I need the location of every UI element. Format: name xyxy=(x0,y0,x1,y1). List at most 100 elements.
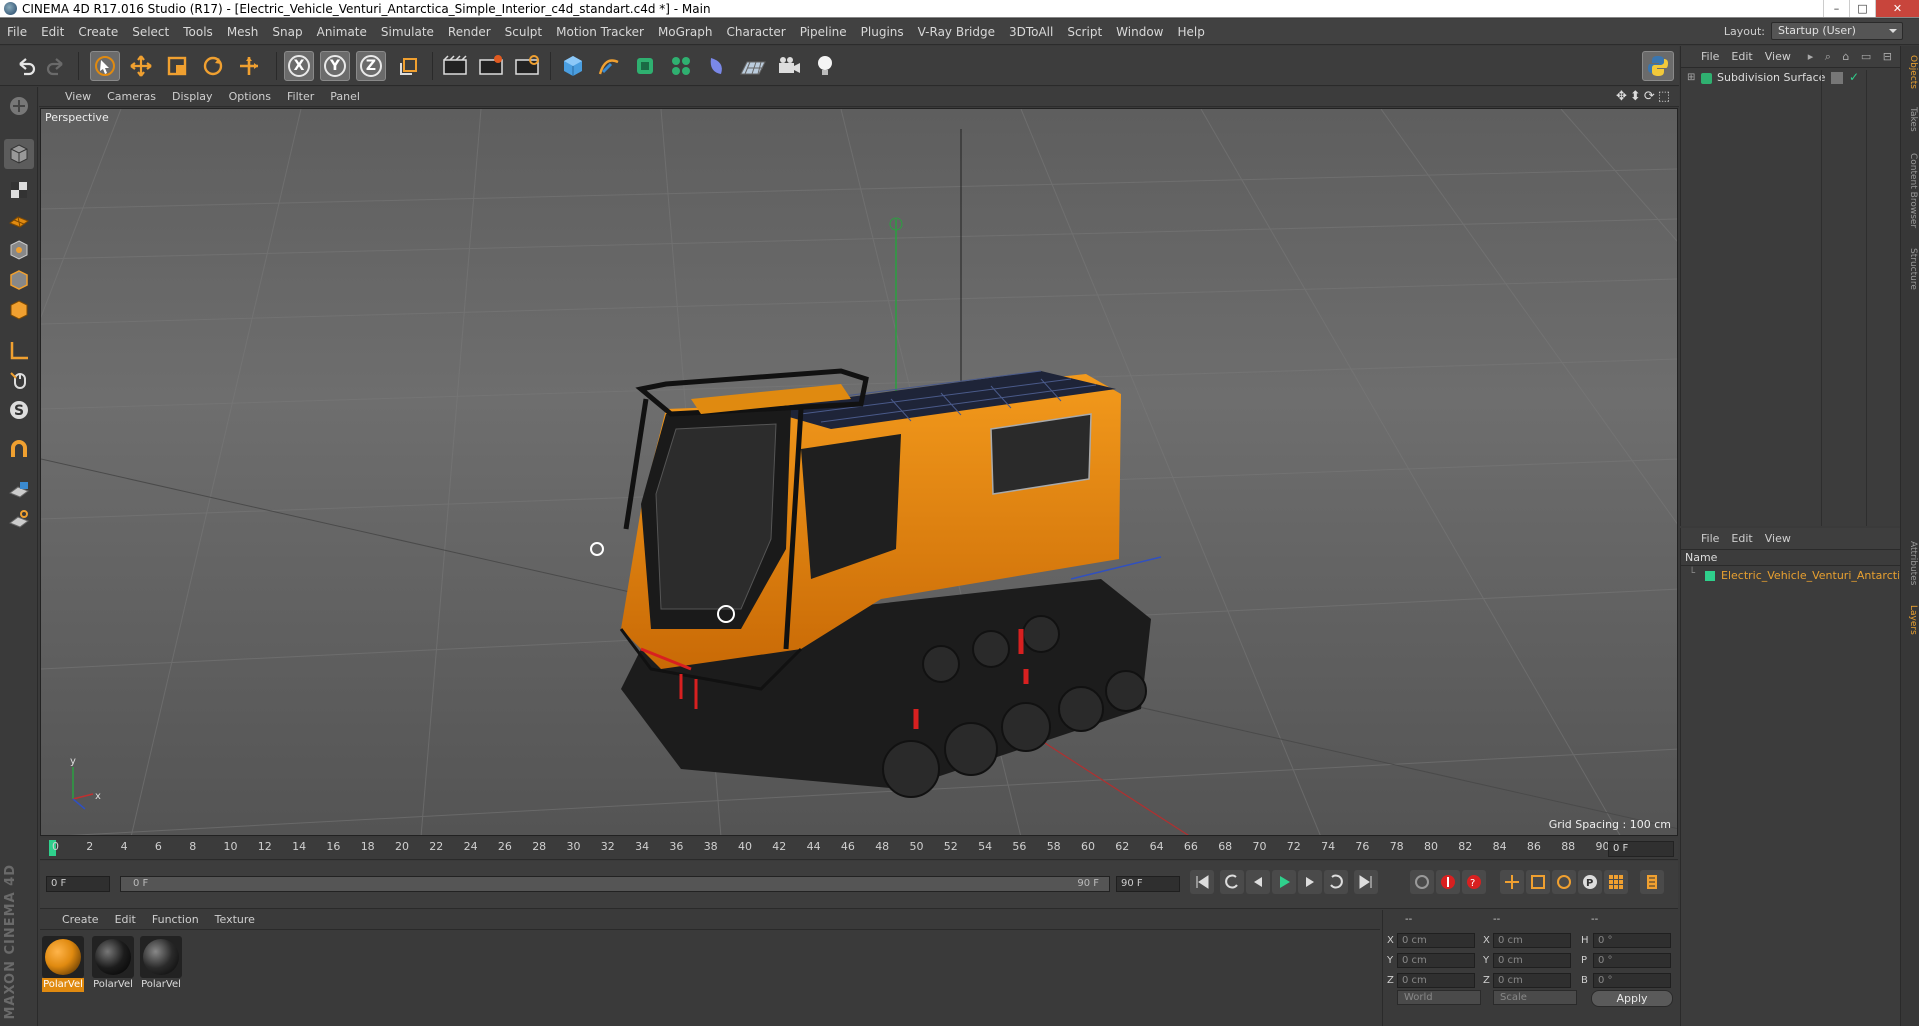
object-menu-file[interactable]: File xyxy=(1695,46,1725,68)
visibility-toggle-icon[interactable] xyxy=(1831,72,1843,84)
object-manager-tools-icons[interactable]: ▸ ⌕ ⌂ ▭ ⊟ xyxy=(1808,46,1896,68)
start-frame-field[interactable]: 0 F xyxy=(46,876,110,892)
light-icon[interactable] xyxy=(810,51,840,81)
layer-menu-edit[interactable]: Edit xyxy=(1725,528,1758,550)
menu-select[interactable]: Select xyxy=(125,19,176,45)
position-x-field[interactable]: 0 cm xyxy=(1397,933,1475,948)
last-tool-icon[interactable] xyxy=(234,51,264,81)
play-icon[interactable] xyxy=(1272,870,1296,894)
edit-render-settings-icon[interactable] xyxy=(512,51,542,81)
pen-spline-icon[interactable] xyxy=(594,51,624,81)
end-frame-field[interactable]: 90 F xyxy=(1116,876,1180,892)
menu-vray-bridge[interactable]: V-Ray Bridge xyxy=(911,19,1002,45)
layer-color-swatch[interactable] xyxy=(1705,571,1715,581)
previous-frame-icon[interactable] xyxy=(1246,870,1270,894)
redo-icon[interactable] xyxy=(42,51,72,81)
key-scale-icon[interactable] xyxy=(1526,870,1550,894)
position-z-field[interactable]: 0 cm xyxy=(1397,973,1475,988)
workplane-mode-icon[interactable] xyxy=(4,205,34,235)
undo-icon[interactable] xyxy=(10,51,40,81)
python-icon[interactable] xyxy=(1642,51,1674,81)
menu-create[interactable]: Create xyxy=(71,19,125,45)
planar-workplane-icon[interactable] xyxy=(4,505,34,535)
timeline-ruler[interactable]: 0 2 4 6 8 10 12 14 16 18 20 22 24 26 28 30 32 34 36 38 40 42 4… xyxy=(40,838,1678,860)
material-swatch[interactable]: PolarVel xyxy=(42,936,84,994)
next-key-icon[interactable] xyxy=(1324,870,1348,894)
size-y-field[interactable]: 0 cm xyxy=(1493,953,1571,968)
menu-sculpt[interactable]: Sculpt xyxy=(498,19,549,45)
expand-icon[interactable]: ⊞ xyxy=(1687,72,1695,83)
locked-workplane-icon[interactable] xyxy=(4,475,34,505)
material-swatch[interactable]: PolarVel xyxy=(92,936,134,994)
previous-key-icon[interactable] xyxy=(1220,870,1244,894)
autokey-icon[interactable]: ? xyxy=(1462,870,1486,894)
viewport-menu-options[interactable]: Options xyxy=(221,87,279,107)
object-row-subdivision-surface[interactable]: ⊞ Subdivision Surface ✓ xyxy=(1681,70,1900,88)
go-to-end-icon[interactable] xyxy=(1354,870,1378,894)
apply-button[interactable]: Apply xyxy=(1591,990,1673,1007)
snap-icon[interactable]: S xyxy=(4,395,34,425)
floor-icon[interactable] xyxy=(738,51,768,81)
model-mode-icon[interactable] xyxy=(4,139,34,169)
camera-icon[interactable] xyxy=(774,51,804,81)
cloner-icon[interactable] xyxy=(666,51,696,81)
layer-menu-view[interactable]: View xyxy=(1759,528,1797,550)
polygons-mode-icon[interactable] xyxy=(4,295,34,325)
viewport-menu-display[interactable]: Display xyxy=(164,87,221,107)
magnet-icon[interactable] xyxy=(4,435,34,465)
object-menu-view[interactable]: View xyxy=(1759,46,1797,68)
viewport-menu-view[interactable]: View xyxy=(57,87,99,107)
tab-layers[interactable]: Layers xyxy=(1903,598,1918,642)
texture-mode-icon[interactable] xyxy=(4,175,34,205)
timeline-window-icon[interactable] xyxy=(1640,870,1664,894)
menu-window[interactable]: Window xyxy=(1109,19,1170,45)
render-picture-viewer-icon[interactable] xyxy=(476,51,506,81)
rotate-icon[interactable] xyxy=(198,51,228,81)
x-axis-icon[interactable]: X xyxy=(284,51,314,81)
maximize-button[interactable]: □ xyxy=(1849,0,1875,17)
key-position-icon[interactable] xyxy=(1500,870,1524,894)
live-selection-icon[interactable] xyxy=(90,51,120,81)
menu-3dtoall[interactable]: 3DToAll xyxy=(1002,19,1060,45)
edges-mode-icon[interactable] xyxy=(4,265,34,295)
y-axis-icon[interactable]: Y xyxy=(320,51,350,81)
menu-animate[interactable]: Animate xyxy=(310,19,374,45)
material-swatch[interactable]: PolarVel xyxy=(140,936,182,994)
object-menu-edit[interactable]: Edit xyxy=(1725,46,1758,68)
viewport-menu-filter[interactable]: Filter xyxy=(279,87,322,107)
key-pla-icon[interactable] xyxy=(1604,870,1628,894)
rotation-b-field[interactable]: 0 ° xyxy=(1593,973,1671,988)
menu-character[interactable]: Character xyxy=(719,19,792,45)
layer-row[interactable]: └ Electric_Vehicle_Venturi_Antarctica xyxy=(1681,568,1900,586)
menu-motion-tracker[interactable]: Motion Tracker xyxy=(549,19,651,45)
position-y-field[interactable]: 0 cm xyxy=(1397,953,1475,968)
current-frame-field[interactable]: 0 F xyxy=(1608,841,1674,857)
render-view-icon[interactable] xyxy=(440,51,470,81)
coordinate-mode-dropdown[interactable]: Scale xyxy=(1493,990,1577,1005)
menu-pipeline[interactable]: Pipeline xyxy=(793,19,854,45)
menu-plugins[interactable]: Plugins xyxy=(854,19,911,45)
menu-render[interactable]: Render xyxy=(441,19,498,45)
tab-objects[interactable]: Objects xyxy=(1903,52,1918,92)
menu-mesh[interactable]: Mesh xyxy=(220,19,266,45)
material-menu-edit[interactable]: Edit xyxy=(107,910,144,930)
menu-snap[interactable]: Snap xyxy=(265,19,309,45)
axis-mode-icon[interactable] xyxy=(4,335,34,365)
menu-edit[interactable]: Edit xyxy=(34,19,71,45)
key-rotation-icon[interactable] xyxy=(1552,870,1576,894)
record-keys-icon[interactable] xyxy=(1436,870,1460,894)
close-button[interactable]: ✕ xyxy=(1875,0,1919,17)
cube-icon[interactable] xyxy=(558,51,588,81)
tweak-mode-icon[interactable] xyxy=(4,365,34,395)
material-menu-texture[interactable]: Texture xyxy=(207,910,263,930)
key-parameter-icon[interactable]: P xyxy=(1578,870,1602,894)
material-menu-create[interactable]: Create xyxy=(54,910,107,930)
tab-content-browser[interactable]: Content Browser xyxy=(1903,146,1918,236)
material-menu-function[interactable]: Function xyxy=(144,910,207,930)
deformer-icon[interactable] xyxy=(702,51,732,81)
size-x-field[interactable]: 0 cm xyxy=(1493,933,1571,948)
menu-script[interactable]: Script xyxy=(1060,19,1109,45)
z-axis-icon[interactable]: Z xyxy=(356,51,386,81)
menu-file[interactable]: File xyxy=(0,19,34,45)
rotation-h-field[interactable]: 0 ° xyxy=(1593,933,1671,948)
